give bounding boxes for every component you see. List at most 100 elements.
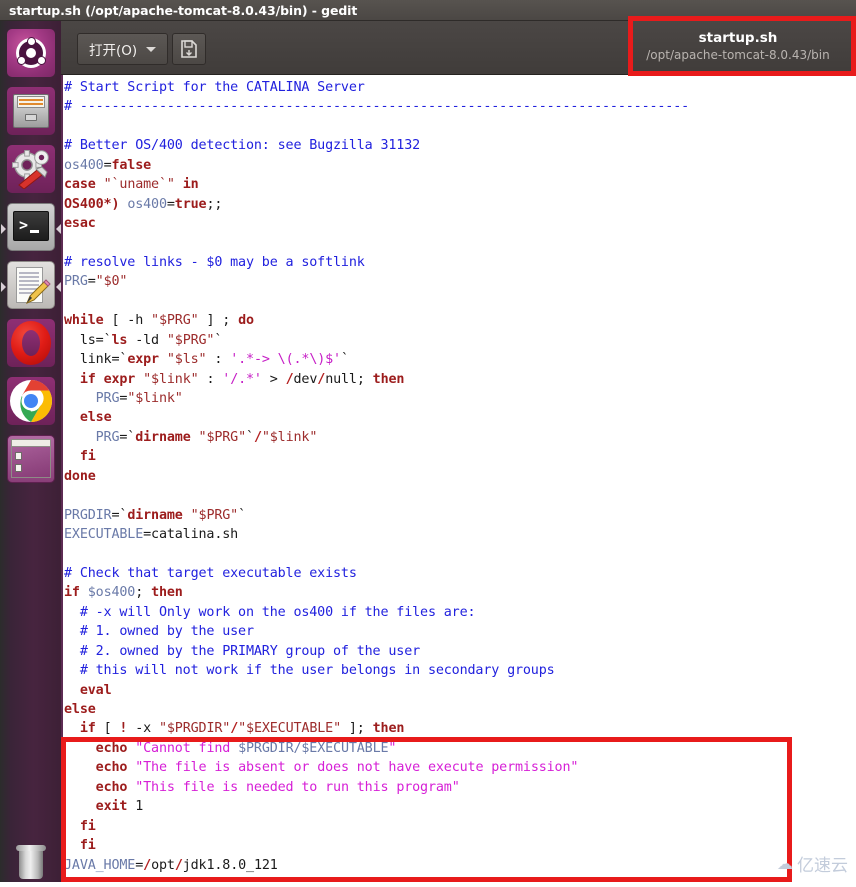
code-token: "$ls" bbox=[166, 352, 207, 368]
code-line: echo "This file is needed to run this pr… bbox=[64, 778, 689, 797]
code-line: OS400*) os400=true;; bbox=[64, 195, 689, 214]
system-settings-icon[interactable] bbox=[7, 145, 55, 193]
code-token: fi bbox=[79, 818, 96, 834]
code-token: [ -h bbox=[103, 313, 152, 329]
code-line: else bbox=[64, 408, 689, 427]
code-token: expr bbox=[127, 352, 159, 368]
code-line: link=`expr "$ls" : '.*-> \(.*\)$'` bbox=[64, 350, 689, 369]
gedit-toolbar: 打开(O) startup.sh /opt/apache-tomcat-8.0.… bbox=[61, 21, 856, 75]
trash-icon[interactable] bbox=[7, 839, 55, 887]
code-line: if expr "$link" : '/.*' > /dev/null; the… bbox=[64, 370, 689, 389]
code-line: fi bbox=[64, 836, 689, 855]
code-token: ls bbox=[111, 332, 128, 348]
code-line: # this will not work if the user belongs… bbox=[64, 661, 689, 680]
files-icon[interactable] bbox=[7, 87, 55, 135]
code-token: ls bbox=[64, 332, 96, 348]
code-token: "$EXECUTABLE" bbox=[238, 721, 341, 737]
code-token: $os400 bbox=[87, 585, 136, 601]
code-token: # Better OS/400 detection: see Bugzilla … bbox=[64, 138, 421, 154]
code-token: echo bbox=[95, 779, 128, 795]
code-token: : bbox=[198, 371, 223, 387]
window-titlebar: startup.sh (/opt/apache-tomcat-8.0.43/bi… bbox=[0, 0, 856, 21]
code-token: ` bbox=[340, 352, 349, 368]
code-token: # this will not work if the user belongs… bbox=[64, 663, 555, 679]
open-file-button[interactable]: 打开(O) bbox=[77, 33, 169, 65]
code-token: true bbox=[174, 196, 207, 212]
code-token: 1 bbox=[127, 799, 144, 815]
code-token: eval bbox=[79, 682, 112, 698]
code-token: then bbox=[151, 585, 183, 601]
code-token: if bbox=[64, 585, 80, 601]
code-token: JAVA_HOME bbox=[64, 857, 136, 873]
code-line: # Check that target executable exists bbox=[64, 564, 689, 583]
code-token: = bbox=[135, 857, 144, 873]
code-token: "$link" bbox=[143, 371, 199, 387]
unity-launcher[interactable]: > bbox=[0, 21, 61, 882]
code-token: # 1. owned by the user bbox=[64, 624, 254, 640]
code-token: exit bbox=[95, 799, 128, 815]
code-token: =catalina.sh bbox=[143, 527, 239, 543]
code-token: =` bbox=[111, 352, 128, 368]
code-token: $PRGDIR/$EXECUTABLE bbox=[238, 740, 389, 756]
code-token: "$link" bbox=[127, 391, 183, 406]
code-token: / bbox=[230, 721, 239, 737]
code-token: else bbox=[79, 410, 112, 426]
code-token: > bbox=[261, 371, 286, 387]
code-token: " bbox=[388, 740, 397, 756]
chrome-icon[interactable] bbox=[7, 377, 55, 425]
code-token: : bbox=[206, 352, 231, 368]
window-bottom-edge bbox=[61, 876, 856, 882]
code-line: exit 1 bbox=[64, 797, 689, 816]
code-line: os400=false bbox=[64, 156, 689, 175]
code-line: # resolve links - $0 may be a softlink bbox=[64, 253, 689, 272]
gedit-icon[interactable] bbox=[1, 261, 61, 309]
code-token: # Check that target executable exists bbox=[64, 565, 357, 581]
open-button-label: 打开(O) bbox=[89, 43, 138, 59]
source-code-content[interactable]: # Start Script for the CATALINA Server # … bbox=[64, 78, 689, 882]
code-line: if [ ! -x "$PRGDIR"/"$EXECUTABLE" ]; the… bbox=[64, 719, 689, 738]
opera-icon[interactable] bbox=[7, 319, 55, 367]
code-token: done bbox=[64, 468, 96, 484]
window-app-icon[interactable] bbox=[7, 435, 55, 483]
code-line: # Better OS/400 detection: see Bugzilla … bbox=[64, 136, 689, 155]
code-line: fi bbox=[64, 817, 689, 836]
code-line: esac bbox=[64, 214, 689, 233]
terminal-icon[interactable]: > bbox=[1, 203, 61, 251]
code-line: PRGDIR=`dirname "$PRG"` bbox=[64, 506, 689, 525]
code-token: = bbox=[87, 274, 96, 290]
code-token: =` bbox=[111, 507, 128, 523]
code-token: "$link" bbox=[261, 429, 318, 445]
code-token: PRG bbox=[64, 274, 88, 290]
code-token: -ld bbox=[127, 332, 167, 348]
code-token: jdk1.8.0_121 bbox=[182, 857, 278, 873]
text-editor-area[interactable]: # Start Script for the CATALINA Server # … bbox=[61, 75, 856, 882]
code-token: EXECUTABLE bbox=[64, 527, 144, 543]
code-line: while [ -h "$PRG" ] ; do bbox=[64, 311, 689, 330]
code-token: # resolve links - $0 may be a softlink bbox=[64, 254, 365, 270]
code-line: echo "Cannot find $PRGDIR/$EXECUTABLE" bbox=[64, 739, 689, 758]
save-button[interactable] bbox=[172, 33, 206, 65]
code-token: # -x will Only work on the os400 if the … bbox=[64, 604, 476, 620]
code-line: # -x will Only work on the os400 if the … bbox=[64, 603, 689, 622]
code-token: PRG bbox=[64, 429, 120, 445]
code-line: ls=`ls -ld "$PRG"` bbox=[64, 331, 689, 350]
code-line: fi bbox=[64, 447, 689, 466]
code-token: / bbox=[317, 371, 326, 387]
ubuntu-dash-icon[interactable] bbox=[7, 29, 55, 77]
code-line: JAVA_HOME=/opt/jdk1.8.0_121 bbox=[64, 856, 689, 875]
code-token: "$PRG" bbox=[151, 313, 199, 329]
code-token: = bbox=[166, 196, 175, 212]
document-path: /opt/apache-tomcat-8.0.43/bin bbox=[646, 48, 830, 62]
code-token: os400 bbox=[127, 196, 167, 212]
code-token: os400 bbox=[64, 157, 104, 173]
code-token: fi bbox=[79, 838, 96, 854]
code-line: # --------------------------------------… bbox=[64, 97, 689, 116]
